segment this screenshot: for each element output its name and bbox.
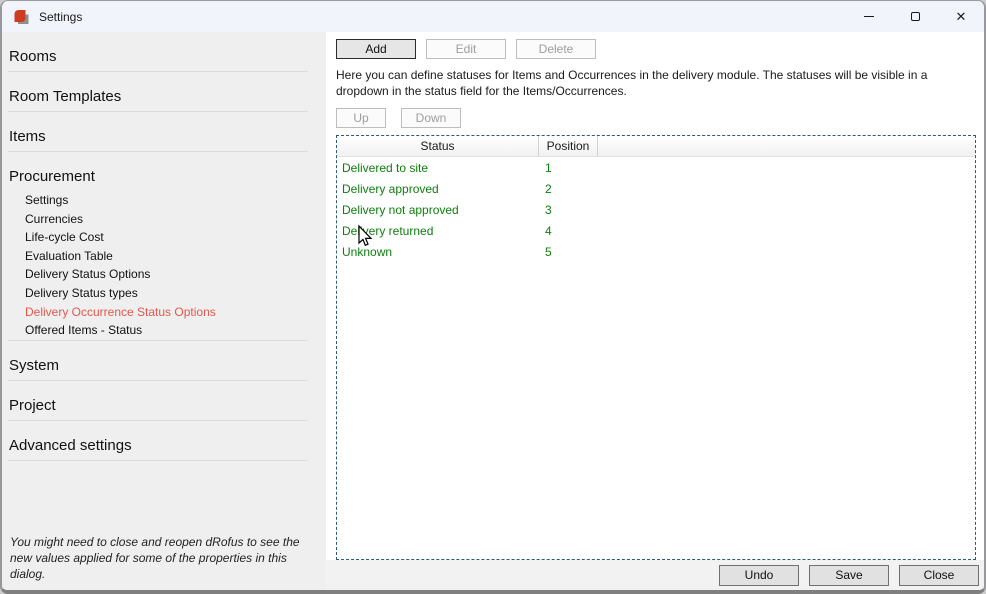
status-cell: Delivered to site xyxy=(337,161,539,175)
sidebar-item-currencies[interactable]: Currencies xyxy=(8,210,326,229)
table-row[interactable]: Delivered to site 1 xyxy=(337,157,975,178)
sidebar-group-procurement: Procurement Settings Currencies Life-cyc… xyxy=(8,152,326,341)
position-cell: 4 xyxy=(539,224,598,238)
table-row[interactable]: Unknown 5 xyxy=(337,241,975,262)
minimize-icon xyxy=(864,16,874,17)
sidebar-item-system[interactable]: System xyxy=(8,341,326,380)
up-button[interactable]: Up xyxy=(336,108,386,128)
sidebar-group-system: System xyxy=(8,341,326,381)
sidebar-item-delivery-status-types[interactable]: Delivery Status types xyxy=(8,284,326,303)
minimize-button[interactable] xyxy=(846,1,892,32)
position-cell: 5 xyxy=(539,245,598,259)
delivery-occurrence-status-panel: Add Edit Delete Here you can define stat… xyxy=(326,32,984,590)
order-toolbar: Up Down xyxy=(336,108,976,128)
position-cell: 2 xyxy=(539,182,598,196)
panel-description: Here you can define statuses for Items a… xyxy=(336,68,982,99)
sidebar-item-delivery-occurrence-status-options[interactable]: Delivery Occurrence Status Options xyxy=(8,303,326,322)
table-row[interactable]: Delivery not approved 3 xyxy=(337,199,975,220)
status-cell: Delivery approved xyxy=(337,182,539,196)
maximize-icon xyxy=(911,12,920,21)
save-button[interactable]: Save xyxy=(809,565,889,586)
drofus-app-icon xyxy=(13,9,29,25)
sidebar-group-room-templates: Room Templates xyxy=(8,72,326,112)
status-cell: Delivery not approved xyxy=(337,203,539,217)
status-cell: Unknown xyxy=(337,245,539,259)
close-icon: ✕ xyxy=(956,10,967,23)
sidebar-item-room-templates[interactable]: Room Templates xyxy=(8,72,326,111)
sidebar-item-procurement-settings[interactable]: Settings xyxy=(8,191,326,210)
divider xyxy=(8,460,308,461)
add-button[interactable]: Add xyxy=(336,39,416,59)
restart-note: You might need to close and reopen dRofu… xyxy=(10,534,300,582)
sidebar-item-procurement[interactable]: Procurement xyxy=(8,152,326,191)
position-cell: 3 xyxy=(539,203,598,217)
status-toolbar: Add Edit Delete xyxy=(336,39,976,59)
maximize-button[interactable] xyxy=(892,1,938,32)
sidebar-item-project[interactable]: Project xyxy=(8,381,326,420)
sidebar-item-rooms[interactable]: Rooms xyxy=(8,32,326,71)
sidebar-item-delivery-status-options[interactable]: Delivery Status Options xyxy=(8,265,326,284)
sidebar-item-items[interactable]: Items xyxy=(8,112,326,151)
settings-sidebar: Rooms Room Templates Items Procurement S… xyxy=(2,32,326,590)
down-button[interactable]: Down xyxy=(401,108,461,128)
sidebar-group-project: Project xyxy=(8,381,326,421)
dialog-footer: Undo Save Close xyxy=(326,560,984,590)
undo-button[interactable]: Undo xyxy=(719,565,799,586)
delete-button[interactable]: Delete xyxy=(516,39,596,59)
status-cell: Delivery returned xyxy=(337,224,539,238)
table-row[interactable]: Delivery returned 4 xyxy=(337,220,975,241)
close-button[interactable]: Close xyxy=(899,565,979,586)
column-header-position[interactable]: Position xyxy=(539,136,598,156)
close-window-button[interactable]: ✕ xyxy=(938,1,984,32)
position-cell: 1 xyxy=(539,161,598,175)
sidebar-item-advanced-settings[interactable]: Advanced settings xyxy=(8,421,326,460)
table-header: Status Position xyxy=(337,136,975,157)
window-title: Settings xyxy=(39,10,82,24)
titlebar: Settings ✕ xyxy=(2,1,984,32)
sidebar-item-life-cycle-cost[interactable]: Life-cycle Cost xyxy=(8,228,326,247)
sidebar-group-rooms: Rooms xyxy=(8,32,326,72)
column-header-status[interactable]: Status xyxy=(337,136,539,156)
sidebar-group-items: Items xyxy=(8,112,326,152)
sidebar-group-advanced-settings: Advanced settings xyxy=(8,421,326,461)
status-table: Status Position Delivered to site 1 Deli… xyxy=(336,135,976,560)
table-row[interactable]: Delivery approved 2 xyxy=(337,178,975,199)
sidebar-item-evaluation-table[interactable]: Evaluation Table xyxy=(8,247,326,266)
sidebar-item-offered-items-status[interactable]: Offered Items - Status xyxy=(8,321,326,340)
settings-dialog: Settings ✕ Rooms Room Templates Items Pr… xyxy=(0,0,986,594)
edit-button[interactable]: Edit xyxy=(426,39,506,59)
